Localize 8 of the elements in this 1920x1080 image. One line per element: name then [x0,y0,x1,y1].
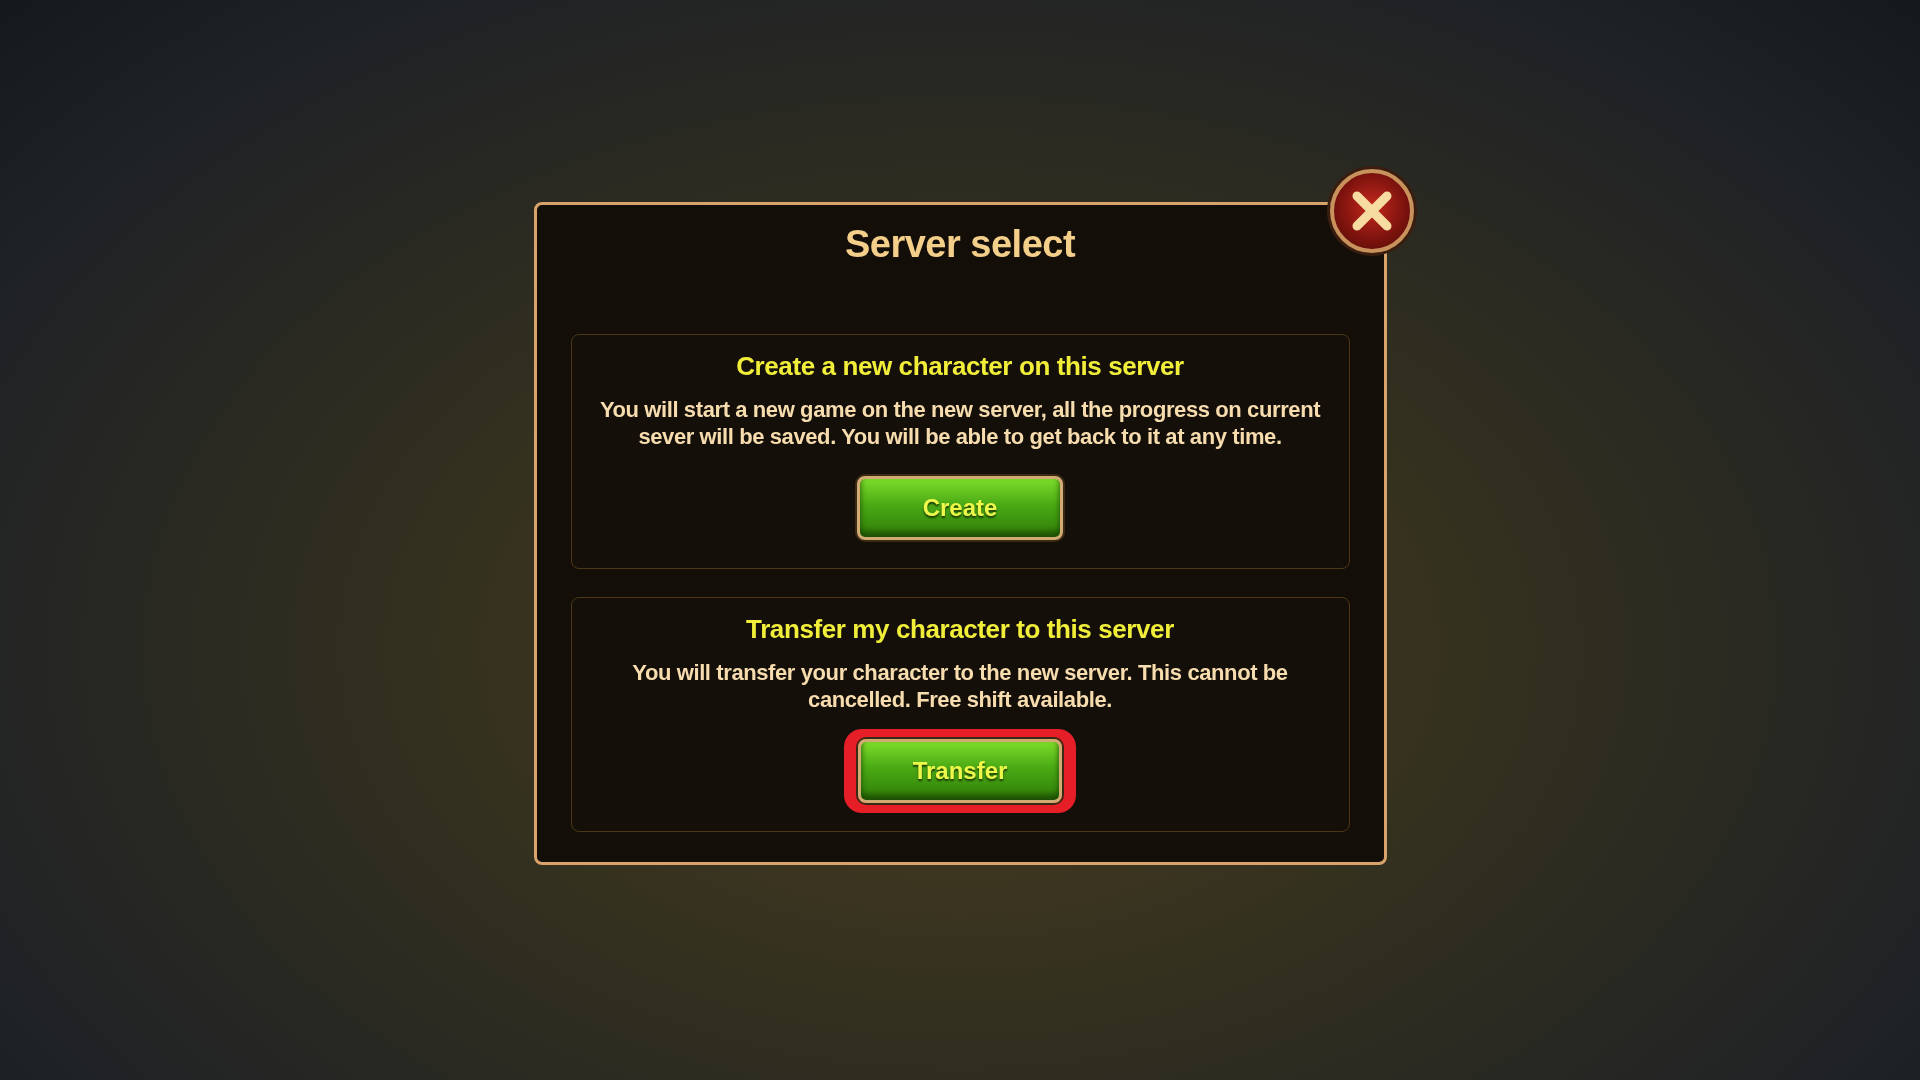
close-button[interactable] [1329,168,1414,253]
action-button[interactable]: Transfer [858,738,1062,803]
option-heading: Transfer my character to this server [746,613,1174,645]
action-button[interactable]: Create [857,475,1063,540]
option-heading: Create a new character on this server [736,350,1184,382]
dialog-title: Server select [844,222,1076,266]
option-description: You will transfer your character to the new server. This cannot be cancelled. Free shift available. [631,658,1289,713]
option-description: You will start a new game on the new server, all the progress on current sever will be saved. You will be able to get back to it at any time. [599,395,1321,450]
